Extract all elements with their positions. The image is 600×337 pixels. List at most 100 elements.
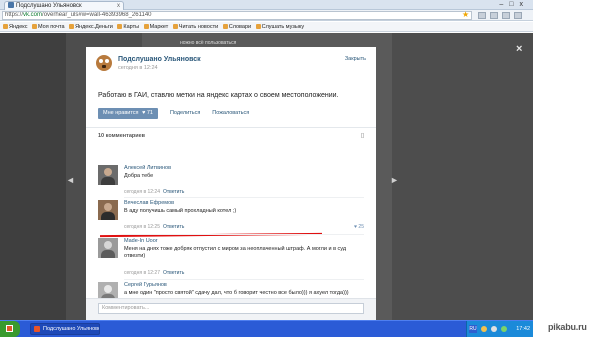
window-controls[interactable]: –□x — [499, 1, 529, 8]
extension-icon[interactable] — [502, 12, 510, 19]
comment-item: Вячеслав Ефремов В аду получишь самый пр… — [98, 200, 364, 234]
overlay-close-icon[interactable]: × — [516, 43, 522, 55]
comment-box: Комментировать... — [86, 298, 376, 320]
comment-author[interactable]: Made-In Uoor — [124, 238, 158, 244]
bookmark-label: Моя почта — [38, 24, 65, 30]
comment-date[interactable]: сегодня в 12:27 — [124, 270, 160, 276]
comment-text: Меня на днях тоже добряк отпустил с миро… — [124, 246, 347, 259]
bookmark-item[interactable]: Словари — [222, 22, 252, 31]
next-post-arrow-icon[interactable]: ► — [390, 175, 399, 185]
extension-icon[interactable] — [490, 12, 498, 19]
tray-clock[interactable]: 17:42 — [516, 326, 530, 332]
post-actions: Мне нравится ♥ 71 Поделиться Пожаловатьс… — [98, 108, 249, 120]
bookmark-label: Слушать музыку — [261, 24, 305, 30]
avatar-head — [104, 168, 112, 176]
bookmark-item[interactable]: Читать новости — [172, 22, 219, 31]
bookmark-favicon-icon — [117, 24, 123, 30]
avatar-body — [101, 212, 115, 220]
bookmark-favicon-icon — [222, 24, 228, 30]
page-overlay[interactable]: ножно всё пользоваться ◄ ► × Подслушано … — [0, 33, 533, 320]
bookmark-favicon-icon — [32, 24, 38, 30]
bookmark-label: Карты — [123, 24, 140, 30]
start-button[interactable] — [0, 321, 20, 337]
bookmarks-bar: Яндекс Моя почта Яндекс.Деньги Карты Мар… — [0, 22, 533, 32]
divider — [86, 127, 376, 128]
extension-icon[interactable] — [478, 12, 486, 19]
language-indicator[interactable]: RU — [469, 325, 477, 333]
tray-icon[interactable] — [481, 326, 487, 332]
avatar-body — [101, 250, 115, 258]
report-link[interactable]: Пожаловаться — [212, 108, 249, 119]
comment-meta: сегодня в 12:27 Ответить — [124, 270, 184, 276]
taskbar: Подслушано Ульяновс... RU 17:42 — [0, 320, 533, 337]
avatar[interactable] — [98, 200, 118, 220]
bookmark-label: Яндекс.Деньги — [75, 24, 113, 30]
comment-date[interactable]: сегодня в 12:25 — [124, 224, 160, 230]
bookmark-item[interactable]: Яндекс.Деньги — [69, 22, 113, 31]
reply-link[interactable]: Ответить — [163, 270, 184, 276]
url-scheme: https:// — [5, 12, 24, 18]
bookmark-label: Маркет — [149, 24, 169, 30]
settings-wrench-icon[interactable] — [514, 12, 522, 19]
comments-toggle-icon[interactable]: [] — [361, 133, 364, 139]
post-date[interactable]: сегодня в 12:24 — [118, 65, 158, 71]
comment-date[interactable]: сегодня в 12:24 — [124, 189, 160, 195]
comment-item: Made-In Uoor Меня на днях тоже добряк от… — [98, 238, 364, 276]
bookmark-star-icon[interactable]: ★ — [462, 11, 469, 19]
browser-titlebar: Подслушано Ульяновск x –□x — [0, 0, 533, 10]
bookmark-item[interactable]: Слушать музыку — [255, 22, 305, 31]
watermark: pikabu.ru — [548, 322, 587, 332]
comment-author[interactable]: Вячеслав Ефремов — [124, 200, 174, 206]
comment-author[interactable]: Алексей Литвинов — [124, 165, 171, 171]
tab-close-icon[interactable]: x — [117, 2, 120, 10]
avatar[interactable] — [98, 238, 118, 258]
comment-item: Алексей Литвинов Добра тебе сегодня в 12… — [98, 165, 364, 199]
comment-text: Добра тебе — [124, 173, 154, 179]
comment-author[interactable]: Сергей Гурьянов — [124, 282, 167, 288]
post-modal: Подслушано Ульяновск сегодня в 12:24 Зак… — [86, 47, 376, 320]
group-avatar-owl-icon[interactable] — [96, 55, 112, 71]
comment-separator — [124, 279, 364, 280]
browser-tab[interactable]: Подслушано Ульяновск x — [4, 1, 124, 10]
group-name-link[interactable]: Подслушано Ульяновск — [118, 56, 201, 63]
reply-link[interactable]: Ответить — [163, 189, 184, 195]
url-path: /overhear_uls#w=wall-46393968_261140 — [42, 12, 152, 18]
bookmark-item[interactable]: Яндекс — [3, 22, 28, 31]
bookmark-favicon-icon — [143, 24, 149, 30]
comment-text: а мне один "просто святой" сдачу дал, чт… — [124, 290, 349, 296]
url-field[interactable]: https://vk.com/overhear_uls#w=wall-46393… — [2, 11, 472, 20]
close-link[interactable]: Закрыть — [345, 56, 366, 62]
comment-separator — [124, 234, 364, 235]
reply-link[interactable]: Ответить — [163, 224, 184, 230]
comment-input[interactable]: Комментировать... — [98, 303, 364, 314]
vk-favicon-icon — [8, 2, 14, 9]
tray-icon[interactable] — [501, 326, 507, 332]
avatar-head — [104, 203, 112, 211]
address-bar: https://vk.com/overhear_uls#w=wall-46393… — [0, 10, 533, 21]
bookmark-item[interactable]: Карты — [117, 22, 140, 31]
tab-title: Подслушано Ульяновск — [16, 3, 82, 9]
comment-meta: сегодня в 12:25 Ответить — [124, 224, 184, 230]
avatar-body — [101, 177, 115, 185]
share-link[interactable]: Поделиться — [170, 108, 200, 119]
background-peek-text: ножно всё пользоваться — [180, 40, 237, 46]
post-header: Подслушано Ульяновск сегодня в 12:24 Зак… — [86, 47, 376, 83]
avatar-head — [104, 285, 112, 293]
bookmark-label: Словари — [228, 24, 252, 30]
comment-like-count[interactable]: ♥ 25 — [354, 224, 364, 230]
tray-icon[interactable] — [491, 326, 497, 332]
system-tray: RU 17:42 — [466, 321, 533, 337]
comment-text: В аду получишь самый прохладный котел ;) — [124, 208, 237, 214]
prev-post-arrow-icon[interactable]: ◄ — [66, 175, 75, 185]
bookmark-label: Яндекс — [9, 24, 28, 30]
bookmark-item[interactable]: Маркет — [143, 22, 169, 31]
bookmark-item[interactable]: Моя почта — [32, 22, 65, 31]
avatar-head — [104, 241, 112, 249]
avatar[interactable] — [98, 165, 118, 185]
like-button[interactable]: Мне нравится ♥ 71 — [98, 108, 158, 119]
bookmark-favicon-icon — [69, 24, 75, 30]
taskbar-window-button[interactable]: Подслушано Ульяновс... — [30, 323, 100, 335]
background-sidebar — [0, 33, 66, 320]
bookmark-label: Читать новости — [178, 24, 219, 30]
bookmark-favicon-icon — [255, 24, 261, 30]
